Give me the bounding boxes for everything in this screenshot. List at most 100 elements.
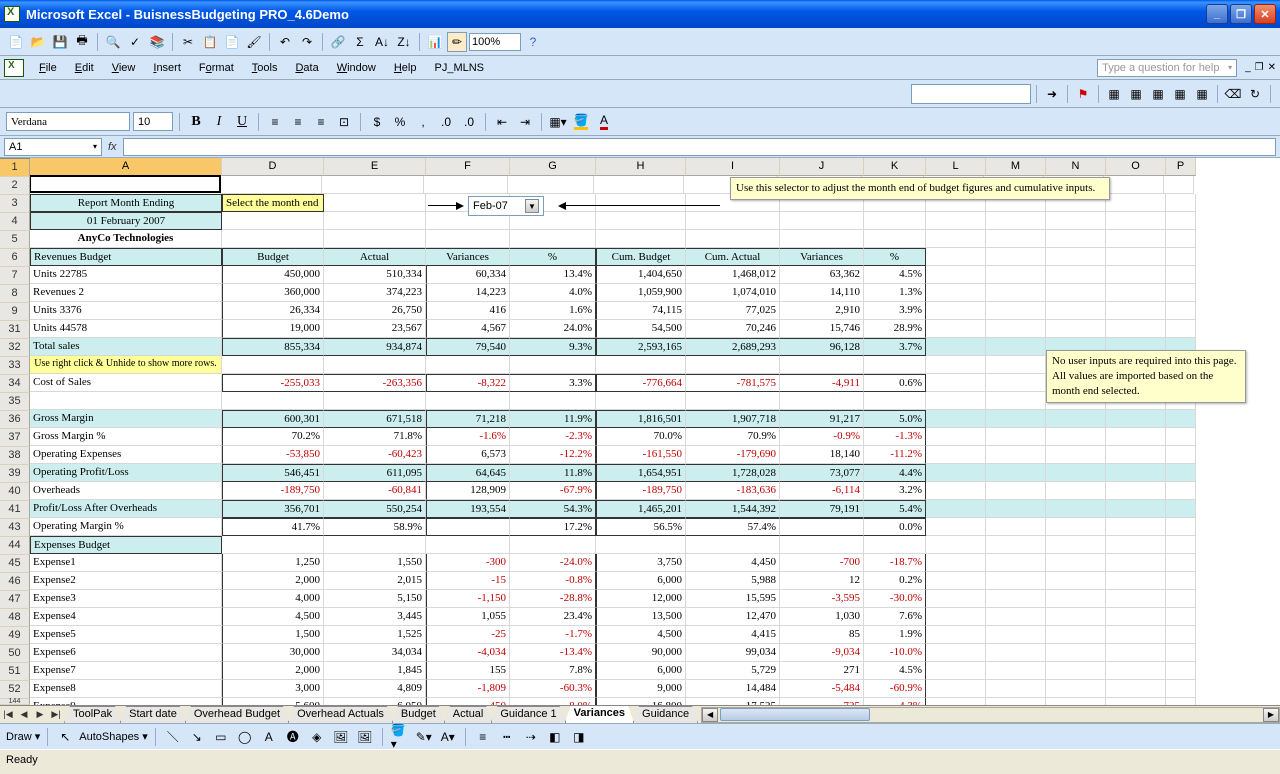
cell-J33[interactable]: -4,911 bbox=[780, 374, 864, 392]
menu-edit[interactable]: Edit bbox=[66, 59, 103, 77]
cell-empty-33-1[interactable] bbox=[986, 374, 1046, 392]
cell-E7[interactable]: 374,223 bbox=[324, 284, 426, 302]
cell-E51[interactable]: 4,809 bbox=[324, 680, 426, 698]
cell-H46[interactable]: 12,000 bbox=[596, 590, 686, 608]
menu-format[interactable]: Format bbox=[190, 59, 243, 77]
cell-E34[interactable] bbox=[324, 392, 426, 410]
cell-A44[interactable]: Expense1 bbox=[30, 554, 222, 572]
sheet-tab-variances[interactable]: Variances bbox=[565, 706, 634, 723]
cell-A51[interactable]: Expense8 bbox=[30, 680, 222, 698]
row-header-51[interactable]: 51 bbox=[0, 663, 30, 681]
cell-J41[interactable] bbox=[780, 518, 864, 536]
cell-A45[interactable]: Expense2 bbox=[30, 572, 222, 590]
tab-nav-first[interactable]: |◀ bbox=[0, 707, 16, 723]
cell-D5[interactable]: Budget bbox=[222, 248, 324, 266]
cell-empty-46-0[interactable] bbox=[926, 590, 986, 608]
cell-empty-4-2[interactable] bbox=[1046, 230, 1106, 248]
col-header-A[interactable]: A bbox=[30, 158, 222, 176]
cell-J48[interactable]: 85 bbox=[780, 626, 864, 644]
unknown-combo[interactable] bbox=[911, 84, 1031, 104]
cell-K31[interactable]: 3.7% bbox=[864, 338, 926, 356]
wordart-icon[interactable]: 🅐 bbox=[283, 727, 303, 747]
cell-A37[interactable]: Operating Expenses bbox=[30, 446, 222, 464]
cell-E43[interactable] bbox=[324, 536, 426, 554]
autosum-icon[interactable]: Σ bbox=[350, 32, 370, 52]
cell-G40[interactable]: 54.3% bbox=[510, 500, 596, 518]
cell-A34[interactable] bbox=[30, 392, 222, 410]
arrow-icon[interactable]: ↘ bbox=[187, 727, 207, 747]
cell-F32[interactable] bbox=[426, 356, 510, 374]
cell-empty-35-4[interactable] bbox=[1166, 410, 1196, 428]
cell-empty-4-3[interactable] bbox=[1106, 230, 1166, 248]
cell-empty-46-3[interactable] bbox=[1106, 590, 1166, 608]
cell-empty-4-0[interactable] bbox=[926, 230, 986, 248]
cell-empty-9-3[interactable] bbox=[1106, 320, 1166, 338]
cell-K43[interactable] bbox=[864, 536, 926, 554]
cell-F47[interactable]: 1,055 bbox=[426, 608, 510, 626]
menu-data[interactable]: Data bbox=[286, 59, 327, 77]
cell-D34[interactable] bbox=[222, 392, 324, 410]
cell-empty-5-4[interactable] bbox=[1166, 248, 1196, 266]
doc-close-button[interactable]: ✕ bbox=[1268, 62, 1276, 73]
cell-empty-39-0[interactable] bbox=[926, 482, 986, 500]
cell-F41[interactable] bbox=[426, 518, 510, 536]
cell-F6[interactable]: 60,334 bbox=[426, 266, 510, 284]
dash-style-icon[interactable]: ┅ bbox=[497, 727, 517, 747]
cell-J38[interactable]: 73,077 bbox=[780, 464, 864, 482]
cell-empty-46-2[interactable] bbox=[1046, 590, 1106, 608]
cell-empty-50-4[interactable] bbox=[1166, 662, 1196, 680]
cell-empty-51-2[interactable] bbox=[1046, 680, 1106, 698]
cell-G32[interactable] bbox=[510, 356, 596, 374]
cell-K8[interactable]: 3.9% bbox=[864, 302, 926, 320]
cell-E37[interactable]: -60,423 bbox=[324, 446, 426, 464]
cell-empty-51-1[interactable] bbox=[986, 680, 1046, 698]
cell-F1[interactable] bbox=[424, 176, 508, 194]
cell-H43[interactable] bbox=[596, 536, 686, 554]
name-box[interactable]: A1▾ bbox=[4, 138, 102, 156]
cell-A38[interactable]: Operating Profit/Loss bbox=[30, 464, 222, 482]
cell-A40[interactable]: Profit/Loss After Overheads bbox=[30, 500, 222, 518]
borders-dropdown-icon[interactable]: ▦▾ bbox=[548, 112, 568, 132]
sheet-tab-actual[interactable]: Actual bbox=[444, 706, 493, 723]
textbox-icon[interactable]: A bbox=[259, 727, 279, 747]
row-header-40[interactable]: 40 bbox=[0, 483, 30, 501]
cell-A43[interactable]: Expenses Budget bbox=[30, 536, 222, 554]
cell-G51[interactable]: -60.3% bbox=[510, 680, 596, 698]
cell-F45[interactable]: -15 bbox=[426, 572, 510, 590]
cell-H6[interactable]: 1,404,650 bbox=[596, 266, 686, 284]
cell-G8[interactable]: 1.6% bbox=[510, 302, 596, 320]
menu-insert[interactable]: Insert bbox=[144, 59, 190, 77]
cell-I50[interactable]: 5,729 bbox=[686, 662, 780, 680]
cell-empty-4-1[interactable] bbox=[986, 230, 1046, 248]
select-objects-icon[interactable]: ↖ bbox=[55, 727, 75, 747]
cell-D46[interactable]: 4,000 bbox=[222, 590, 324, 608]
cell-J44[interactable]: -700 bbox=[780, 554, 864, 572]
cell-empty-7-2[interactable] bbox=[1046, 284, 1106, 302]
cell-empty-40-4[interactable] bbox=[1166, 500, 1196, 518]
col-header-E[interactable]: E bbox=[324, 158, 426, 176]
horizontal-scrollbar[interactable]: ◀ ▶ bbox=[701, 707, 1280, 723]
cell-empty-51-0[interactable] bbox=[926, 680, 986, 698]
cell-J3[interactable] bbox=[780, 212, 864, 230]
cell-empty-46-4[interactable] bbox=[1166, 590, 1196, 608]
cell-H36[interactable]: 70.0% bbox=[596, 428, 686, 446]
cell-H8[interactable]: 74,115 bbox=[596, 302, 686, 320]
menu-view[interactable]: View bbox=[103, 59, 145, 77]
sheet-tab-guidance-1[interactable]: Guidance 1 bbox=[491, 706, 565, 723]
cell-G34[interactable] bbox=[510, 392, 596, 410]
cell-empty-6-2[interactable] bbox=[1046, 266, 1106, 284]
increase-decimal-icon[interactable]: .0 bbox=[436, 112, 456, 132]
cell-K40[interactable]: 5.4% bbox=[864, 500, 926, 518]
cell-H47[interactable]: 13,500 bbox=[596, 608, 686, 626]
cell-H40[interactable]: 1,465,201 bbox=[596, 500, 686, 518]
cell-empty-41-0[interactable] bbox=[926, 518, 986, 536]
cell-empty-45-1[interactable] bbox=[986, 572, 1046, 590]
cell-K45[interactable]: 0.2% bbox=[864, 572, 926, 590]
cell-empty-45-2[interactable] bbox=[1046, 572, 1106, 590]
cell-H32[interactable] bbox=[596, 356, 686, 374]
font-color-draw-icon[interactable]: A▾ bbox=[438, 727, 458, 747]
formula-bar[interactable] bbox=[123, 138, 1276, 156]
cell-K38[interactable]: 4.4% bbox=[864, 464, 926, 482]
border-outside-icon[interactable]: ▦ bbox=[1104, 84, 1124, 104]
cell-J51[interactable]: -5,484 bbox=[780, 680, 864, 698]
